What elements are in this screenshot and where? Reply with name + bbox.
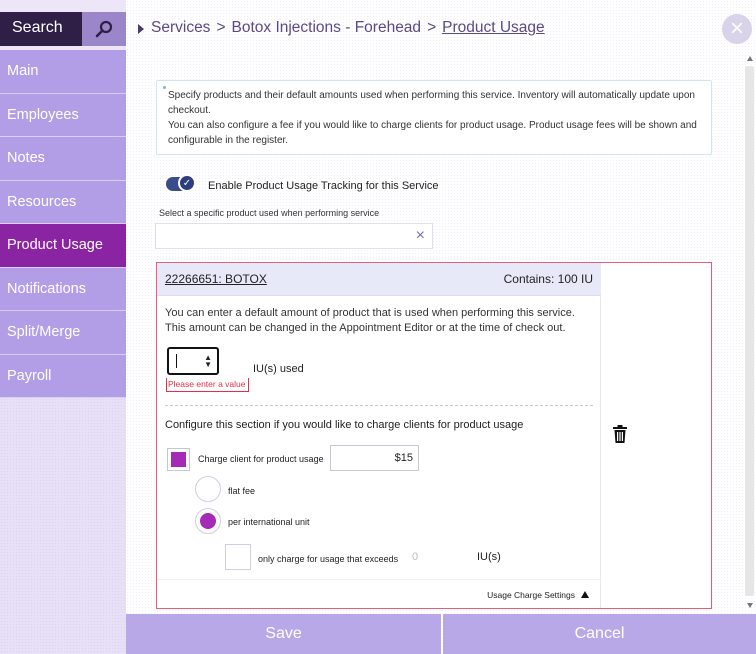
product-select[interactable]: × (155, 223, 433, 249)
product-card-header: 22266651: BOTOX Contains: 100 IU (157, 263, 601, 296)
sidebar-item-resources[interactable]: Resources (0, 180, 126, 224)
trash-icon[interactable] (612, 425, 628, 443)
search-icon (95, 20, 113, 38)
fee-input[interactable]: $15 (330, 445, 419, 471)
sidebar-item-label: Resources (7, 193, 77, 210)
sidebar-empty-area (0, 398, 126, 654)
tracking-toggle-label: Enable Product Usage Tracking for this S… (208, 180, 439, 192)
breadcrumb: Services > Botox Injections - Forehead > Pro… (151, 19, 545, 37)
breadcrumb-current: Product Usage (442, 19, 545, 36)
scroll-thumb[interactable] (745, 66, 754, 596)
product-name-link[interactable]: 22266651: BOTOX (165, 272, 267, 286)
cancel-button[interactable]: Cancel (443, 614, 756, 654)
breadcrumb-separator: > (427, 19, 437, 36)
per-unit-radio[interactable] (195, 508, 221, 534)
breadcrumb-service-name[interactable]: Botox Injections - Forehead (232, 19, 422, 36)
exceeds-unit: IU(s) (477, 551, 501, 563)
top-bar: Services > Botox Injections - Forehead > Pro… (126, 12, 756, 46)
product-card-body: 22266651: BOTOX Contains: 100 IU You can… (157, 263, 601, 608)
search-button[interactable] (82, 12, 126, 46)
scroll-up-icon[interactable] (747, 56, 753, 61)
product-select-label: Select a specific product used when perf… (159, 208, 380, 218)
usage-settings-label[interactable]: Usage Charge Settings (487, 590, 575, 600)
save-button[interactable]: Save (126, 614, 441, 654)
product-contains: Contains: 100 IU (503, 272, 593, 286)
sidebar-item-label: Employees (7, 106, 79, 123)
sidebar: Search Main Employees Notes Resources Pr… (0, 0, 126, 654)
scroll-down-icon[interactable] (747, 603, 753, 608)
product-description-line: You can enter a default amount of produc… (165, 307, 575, 319)
close-icon: × (729, 15, 744, 42)
sidebar-item-label: Product Usage (7, 237, 103, 254)
divider (165, 405, 593, 406)
sidebar-item-notifications[interactable]: Notifications (0, 267, 126, 311)
charge-intro: Configure this section if you would like… (165, 419, 524, 431)
info-bullet-icon (163, 86, 166, 89)
sidebar-item-label: Notes (7, 150, 45, 167)
sidebar-item-split-merge[interactable]: Split/Merge (0, 311, 126, 355)
amount-unit-label: IU(s) used (253, 363, 304, 375)
sidebar-item-label: Main (7, 63, 39, 80)
usage-settings-bar[interactable]: Usage Charge Settings (157, 579, 601, 608)
sidebar-item-payroll[interactable]: Payroll (0, 354, 126, 398)
amount-error: Please enter a value (166, 378, 249, 392)
sidebar-nav: Main Employees Notes Resources Product U… (0, 50, 126, 398)
check-icon: ✓ (178, 174, 196, 192)
clear-icon[interactable]: × (416, 227, 425, 245)
collapse-arrow-icon[interactable] (581, 591, 589, 598)
search-bar[interactable]: Search (0, 12, 126, 46)
product-description-line: This amount can be changed in the Appoin… (165, 322, 566, 334)
charge-checkbox-label: Charge client for product usage (198, 454, 324, 464)
product-card: 22266651: BOTOX Contains: 100 IU You can… (156, 262, 712, 609)
checkbox-checked-icon (171, 452, 186, 467)
close-button[interactable]: × (722, 14, 752, 44)
exceeds-checkbox[interactable] (225, 544, 251, 570)
per-unit-label: per international unit (228, 517, 310, 527)
text-caret (176, 354, 177, 368)
radio-selected-icon (200, 513, 216, 529)
charge-checkbox[interactable] (167, 448, 190, 471)
search-label: Search (12, 19, 63, 36)
breadcrumb-arrow-icon (138, 24, 144, 34)
breadcrumb-services[interactable]: Services (151, 19, 210, 36)
sidebar-item-label: Split/Merge (7, 324, 81, 341)
sidebar-item-employees[interactable]: Employees (0, 93, 126, 137)
exceeds-label: only charge for usage that exceeds (258, 554, 399, 564)
info-text-2: You can also configure a fee if you woul… (168, 120, 697, 146)
flat-fee-radio[interactable] (195, 476, 221, 502)
exceeds-input[interactable]: 0 (409, 550, 469, 568)
sidebar-item-label: Payroll (7, 367, 52, 384)
scrollbar[interactable] (744, 52, 756, 612)
info-box: Specify products and their default amoun… (156, 80, 712, 155)
sidebar-item-main[interactable]: Main (0, 50, 126, 94)
sidebar-item-label: Notifications (7, 280, 86, 297)
info-text-1: Specify products and their default amoun… (168, 90, 695, 116)
stepper-icon[interactable]: ▲ ▼ (204, 354, 212, 369)
tracking-toggle[interactable]: ✓ (166, 174, 196, 192)
sidebar-item-notes[interactable]: Notes (0, 137, 126, 181)
sidebar-item-product-usage[interactable]: Product Usage (0, 224, 126, 268)
amount-input[interactable]: ▲ ▼ (167, 347, 219, 375)
breadcrumb-separator: > (216, 19, 226, 36)
product-description: You can enter a default amount of produc… (165, 306, 595, 336)
flat-fee-label: flat fee (228, 486, 256, 496)
